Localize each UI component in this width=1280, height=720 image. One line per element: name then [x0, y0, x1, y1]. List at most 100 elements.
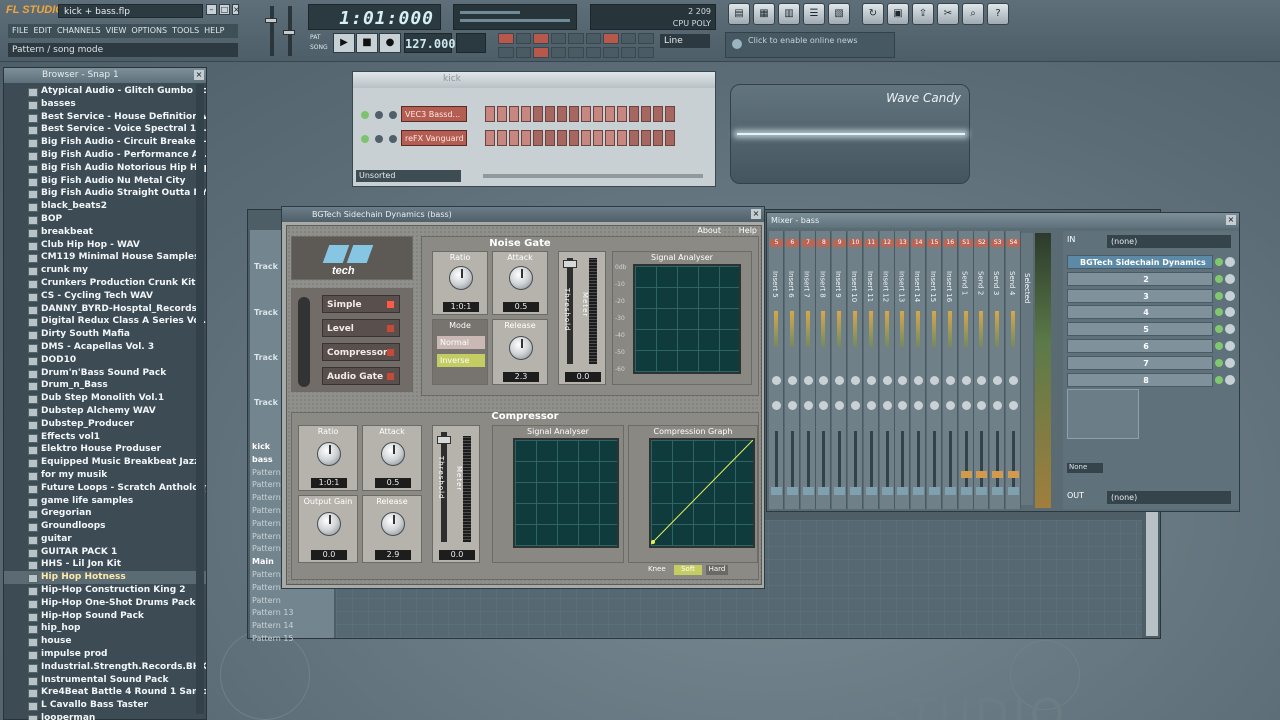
mixer-strip[interactable]: S3 Send 3	[990, 231, 1006, 509]
close-icon[interactable]: ×	[194, 70, 204, 80]
menu-help[interactable]: HELP	[204, 24, 224, 38]
volume-fader[interactable]	[933, 431, 936, 491]
step-seq-icon[interactable]: ▥	[778, 3, 800, 25]
step-button[interactable]	[593, 130, 603, 146]
step-button[interactable]	[629, 106, 639, 122]
fx-slot-led[interactable]	[1215, 258, 1223, 266]
browser-item[interactable]: Big Fish Audio - Circuit Breaker - ...	[4, 136, 206, 149]
pan-knob[interactable]	[882, 376, 892, 385]
playlist-scrollbar[interactable]	[1146, 510, 1158, 636]
channel-name-button[interactable]: reFX Vanguard	[401, 130, 467, 146]
route-button[interactable]	[960, 487, 972, 495]
close-icon[interactable]: ×	[751, 209, 761, 219]
pattern-item[interactable]: Pattern 13	[252, 608, 294, 617]
menu-options[interactable]: OPTIONS	[131, 24, 167, 38]
menu-channels[interactable]: CHANNELS	[57, 24, 101, 38]
volume-fader[interactable]	[885, 431, 889, 491]
browser-item[interactable]: Digital Redux Class A Series Vol...	[4, 315, 206, 328]
step-button[interactable]	[509, 130, 519, 146]
toggle-button[interactable]	[568, 33, 584, 44]
mode-level-button[interactable]: Level	[322, 319, 400, 337]
comp-ratio-knob[interactable]	[317, 442, 341, 466]
channel-filter-select[interactable]: Unsorted	[356, 170, 461, 182]
browser-item[interactable]: DANNY_BYRD-Hosptal_Records2	[4, 303, 206, 316]
pat-label[interactable]: PAT	[310, 34, 321, 41]
step-button[interactable]	[521, 106, 531, 122]
step-button[interactable]	[557, 106, 567, 122]
fx-slot-led[interactable]	[1215, 308, 1223, 317]
mute-led[interactable]	[361, 111, 369, 119]
fx-slot-knob[interactable]	[1225, 324, 1235, 335]
eq-select[interactable]: None	[1067, 463, 1103, 473]
mode-normal-button[interactable]: Normal	[437, 336, 485, 349]
step-button[interactable]	[617, 130, 627, 146]
fx-slot[interactable]: 5	[1067, 322, 1213, 337]
mixer-strip[interactable]: 5 Insert 5	[769, 231, 784, 509]
fx-slot-led[interactable]	[1215, 358, 1223, 367]
comp-attack-knob[interactable]	[381, 442, 405, 466]
knee-soft-button[interactable]: Soft	[674, 565, 702, 575]
step-button[interactable]	[533, 130, 543, 146]
pattern-item[interactable]: Pattern	[252, 506, 281, 515]
pan-knob[interactable]	[914, 376, 924, 385]
route-button[interactable]	[897, 487, 909, 495]
pan-knob[interactable]	[375, 135, 383, 143]
browser-item[interactable]: Effects vol1	[4, 431, 206, 444]
route-button[interactable]	[834, 487, 846, 495]
route-button[interactable]	[881, 487, 893, 495]
toggle-button[interactable]	[585, 33, 602, 44]
mixer-strip[interactable]: 15 Insert 15	[927, 231, 942, 509]
browser-item[interactable]: basses	[4, 98, 206, 111]
volume-fader[interactable]	[996, 431, 1000, 491]
pan-knob[interactable]	[866, 376, 876, 385]
stereo-knob[interactable]	[772, 401, 781, 410]
send-button[interactable]	[960, 471, 972, 478]
pan-knob[interactable]	[977, 376, 987, 385]
close-icon[interactable]: ×	[1226, 215, 1236, 225]
toggle-button[interactable]	[550, 47, 567, 58]
pan-knob[interactable]	[375, 111, 383, 119]
pan-knob[interactable]	[787, 376, 797, 385]
export-icon[interactable]: ⇪	[912, 3, 934, 25]
toggle-button[interactable]	[603, 47, 619, 58]
browser-item[interactable]: GUITAR PACK 1	[4, 546, 206, 559]
volume-fader[interactable]	[869, 431, 873, 491]
comp-release-knob[interactable]	[381, 512, 405, 536]
pattern-item[interactable]: Pattern	[252, 493, 281, 502]
step-button[interactable]	[533, 106, 543, 122]
step-button[interactable]	[497, 130, 507, 146]
browser-item[interactable]: game life samples	[4, 495, 206, 508]
browser-item[interactable]: CM119 Minimal House Samples	[4, 251, 206, 264]
volume-fader[interactable]	[838, 431, 842, 491]
browser-item[interactable]: Big Fish Audio Notorious Hip Hop ...	[4, 162, 206, 175]
step-button[interactable]	[521, 130, 531, 146]
pan-knob[interactable]	[930, 376, 939, 385]
attack-knob[interactable]	[509, 266, 533, 290]
song-label[interactable]: SONG	[310, 44, 328, 51]
browser-item[interactable]: Big Fish Audio - Performance Ac...	[4, 149, 206, 162]
toggle-button[interactable]	[498, 47, 514, 58]
send-button[interactable]	[976, 471, 988, 478]
fx-slot[interactable]: 4	[1067, 305, 1213, 320]
browser-item[interactable]: impulse prod	[4, 648, 206, 661]
browser-item[interactable]: hip_hop	[4, 622, 206, 635]
fx-slot[interactable]: 3	[1067, 288, 1213, 303]
toggle-button[interactable]	[568, 47, 584, 58]
mixer-strip[interactable]: 7 Insert 7	[800, 231, 816, 509]
tools-icon[interactable]: ✂	[937, 3, 959, 25]
fx-slot[interactable]: 2	[1067, 271, 1213, 286]
step-button[interactable]	[653, 106, 663, 122]
step-button[interactable]	[629, 130, 639, 146]
mixer-icon[interactable]: ☰	[803, 3, 825, 25]
browser-item[interactable]: Industrial.Strength.Records.BHK...	[4, 661, 206, 674]
volume-fader[interactable]	[980, 431, 984, 491]
fx-slot-knob[interactable]	[1225, 290, 1235, 301]
pattern-item[interactable]: Pattern	[252, 480, 281, 489]
browser-item[interactable]: black_beats2	[4, 200, 206, 213]
pattern-item[interactable]: Pattern	[252, 532, 281, 541]
fx-slot-knob[interactable]	[1225, 273, 1235, 284]
save-icon[interactable]: ▣	[887, 3, 909, 25]
route-button[interactable]	[818, 487, 830, 495]
browser-item[interactable]: CS - Cycling Tech WAV	[4, 290, 206, 303]
route-button[interactable]	[802, 487, 814, 495]
